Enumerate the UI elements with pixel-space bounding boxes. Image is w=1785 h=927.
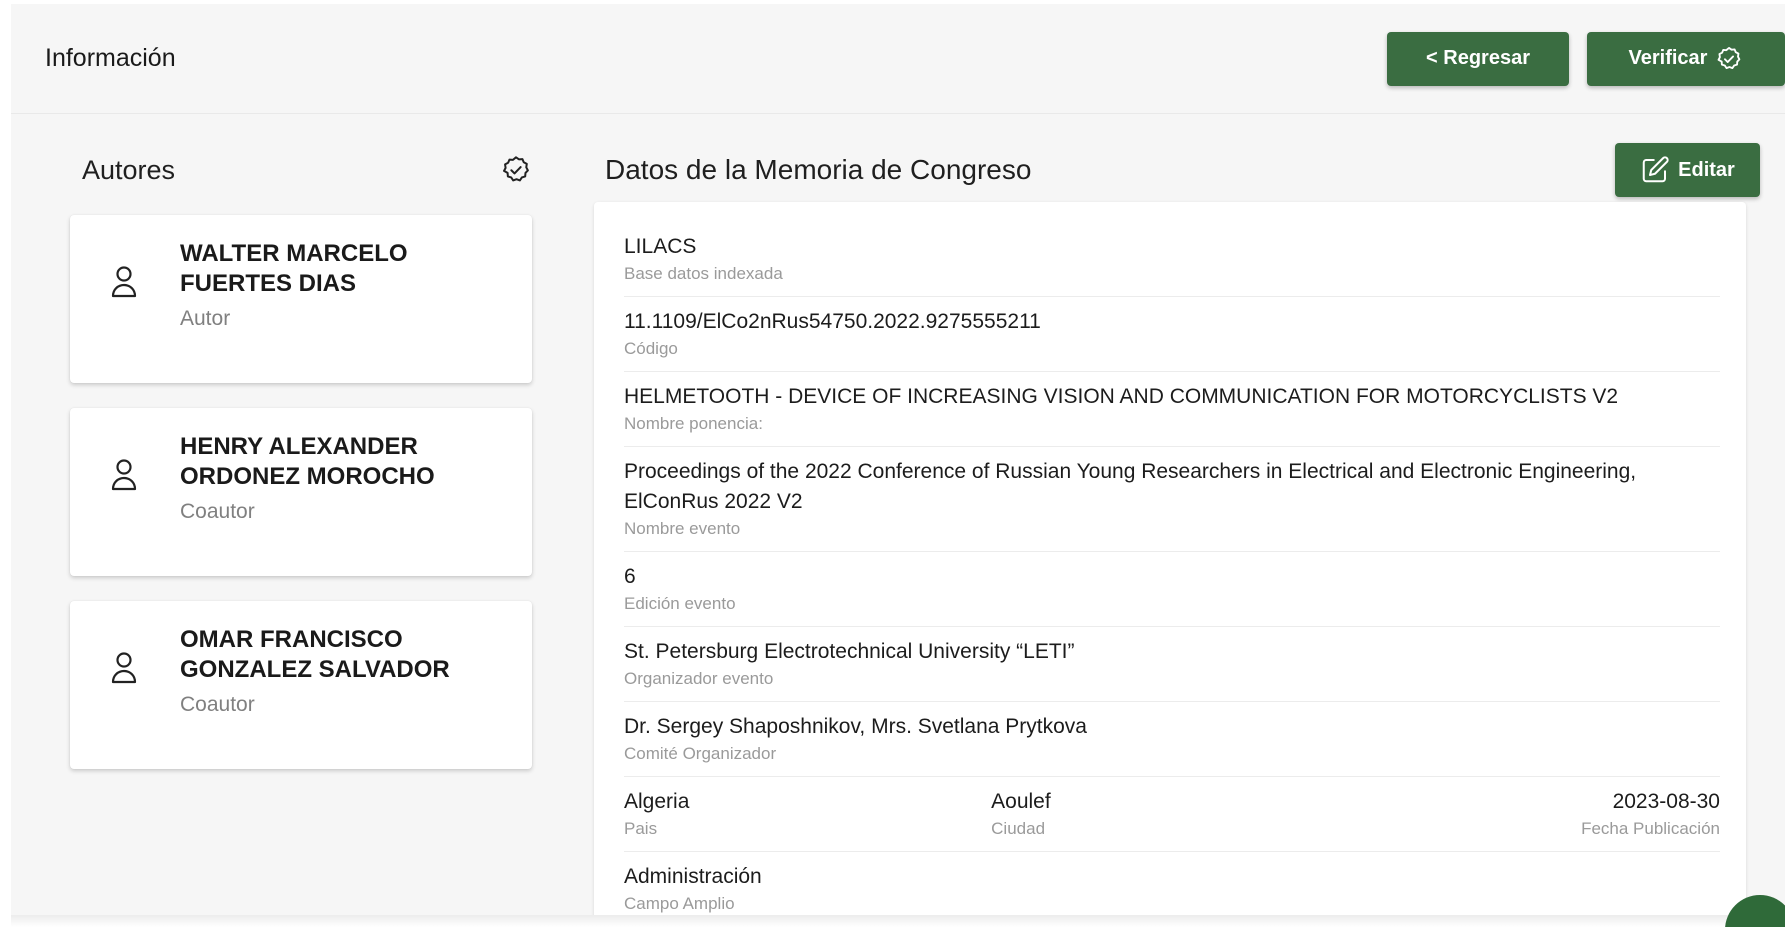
details-header: Datos de la Memoria de Congreso Editar xyxy=(605,140,1760,200)
author-name: WALTER MARCELO FUERTES DIAS xyxy=(180,240,408,297)
country-label: Pais xyxy=(624,819,658,838)
authors-header: Autores xyxy=(70,140,532,200)
country-value: Algeria xyxy=(624,790,690,813)
back-button[interactable]: < Regresar xyxy=(1387,31,1569,86)
detail-row-codigo: 11.1109/ElCo2nRus54750.2022.9275555211 C… xyxy=(624,297,1720,372)
detail-label: Comité Organizador xyxy=(624,744,777,763)
details-title: Datos de la Memoria de Congreso xyxy=(605,154,1032,185)
details-panel: Datos de la Memoria de Congreso Editar L… xyxy=(594,140,1760,927)
detail-row-nombre-evento: Proceedings of the 2022 Conference of Ru… xyxy=(624,447,1720,552)
edit-icon xyxy=(1642,156,1669,183)
detail-row-base-datos: LILACS Base datos indexada xyxy=(624,222,1720,297)
date-label: Fecha Publicación xyxy=(1581,819,1720,838)
detail-value: Proceedings of the 2022 Conference of Ru… xyxy=(624,460,1637,513)
person-icon xyxy=(111,266,137,298)
person-icon xyxy=(111,652,137,684)
detail-label: Nombre evento xyxy=(624,519,741,538)
author-role: Autor xyxy=(180,307,231,330)
author-role: Coautor xyxy=(180,500,255,523)
edit-button[interactable]: Editar xyxy=(1615,143,1760,197)
city-cell: Aoulef Ciudad xyxy=(991,787,1353,841)
city-label: Ciudad xyxy=(991,819,1046,838)
detail-row-location: Algeria Pais Aoulef Ciudad 2023-08-30 Fe… xyxy=(624,777,1720,852)
edit-button-label: Editar xyxy=(1678,158,1735,181)
authors-panel: Autores WALTER MARCELO FUERTES DIAS Auto… xyxy=(70,140,532,769)
detail-value: HELMETOOTH - DEVICE OF INCREASING VISION… xyxy=(624,385,1619,408)
author-card[interactable]: WALTER MARCELO FUERTES DIAS Autor xyxy=(70,215,532,383)
verify-button[interactable]: Verificar xyxy=(1587,31,1785,86)
detail-label: Código xyxy=(624,339,678,358)
page-title: Información xyxy=(45,44,176,72)
authors-title: Autores xyxy=(82,154,176,185)
detail-label: Nombre ponencia: xyxy=(624,414,763,433)
details-card: LILACS Base datos indexada 11.1109/ElCo2… xyxy=(594,202,1746,927)
detail-value: St. Petersburg Electrotechnical Universi… xyxy=(624,640,1075,663)
check-circle-icon[interactable] xyxy=(500,154,532,186)
check-circle-icon xyxy=(1718,46,1741,69)
person-icon xyxy=(111,459,137,491)
detail-value: 6 xyxy=(624,565,636,588)
detail-value: Administración xyxy=(624,865,762,888)
verify-button-label: Verificar xyxy=(1628,47,1708,69)
detail-row-edicion-evento: 6 Edición evento xyxy=(624,552,1720,627)
header-actions: < Regresar Verificar xyxy=(1387,31,1785,86)
country-cell: Algeria Pais xyxy=(624,787,986,841)
detail-label: Organizador evento xyxy=(624,669,774,688)
detail-label: Campo Amplio xyxy=(624,894,735,913)
detail-value: LILACS xyxy=(624,235,697,258)
author-card[interactable]: OMAR FRANCISCO GONZALEZ SALVADOR Coautor xyxy=(70,601,532,769)
author-name: OMAR FRANCISCO GONZALEZ SALVADOR xyxy=(180,626,450,683)
detail-label: Base datos indexada xyxy=(624,264,783,283)
author-card[interactable]: HENRY ALEXANDER ORDONEZ MOROCHO Coautor xyxy=(70,408,532,576)
date-value: 2023-08-30 xyxy=(1612,790,1720,813)
bottom-shade xyxy=(11,915,1785,927)
detail-row-nombre-ponencia: HELMETOOTH - DEVICE OF INCREASING VISION… xyxy=(624,372,1720,447)
detail-value: Dr. Sergey Shaposhnikov, Mrs. Svetlana P… xyxy=(624,715,1087,738)
back-button-label: < Regresar xyxy=(1426,47,1530,69)
detail-label: Edición evento xyxy=(624,594,736,613)
date-cell: 2023-08-30 Fecha Publicación xyxy=(1358,787,1720,841)
detail-row-organizador: St. Petersburg Electrotechnical Universi… xyxy=(624,627,1720,702)
author-name: HENRY ALEXANDER ORDONEZ MOROCHO xyxy=(180,433,435,490)
author-role: Coautor xyxy=(180,693,255,716)
city-value: Aoulef xyxy=(991,790,1051,813)
page-header: Información < Regresar Verificar xyxy=(11,4,1785,114)
author-list: WALTER MARCELO FUERTES DIAS Autor HENRY … xyxy=(70,215,532,769)
detail-value: 11.1109/ElCo2nRus54750.2022.9275555211 xyxy=(624,310,1041,333)
detail-row-comite: Dr. Sergey Shaposhnikov, Mrs. Svetlana P… xyxy=(624,702,1720,777)
